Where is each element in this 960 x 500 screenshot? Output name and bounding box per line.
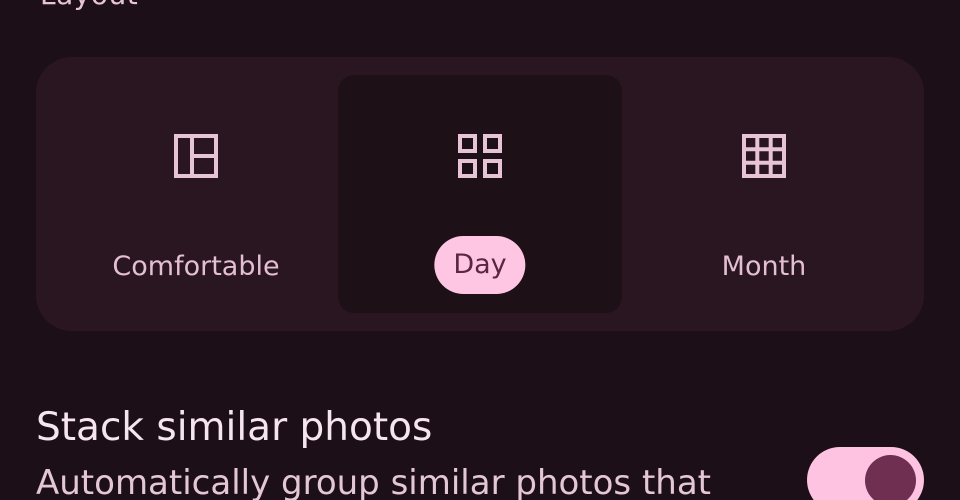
- layout-selector: Comfortable Day Month: [36, 57, 924, 331]
- stack-similar-description: Automatically group similar photos that: [36, 463, 712, 500]
- layout-option-label: Comfortable: [112, 251, 280, 282]
- grid-2x2-icon: [457, 133, 503, 179]
- layout-option-day[interactable]: Day: [338, 75, 622, 313]
- layout-option-month[interactable]: Month: [622, 75, 906, 313]
- layout-option-label-selected: Day: [434, 236, 526, 294]
- grid-3x3-icon: [741, 133, 787, 179]
- settings-screen: Layout Comfortable Day: [0, 0, 960, 500]
- layout-option-comfortable[interactable]: Comfortable: [54, 75, 338, 313]
- stack-similar-title: Stack similar photos: [36, 405, 433, 450]
- view-comfortable-icon: [173, 133, 219, 179]
- section-title-layout: Layout: [40, 0, 138, 11]
- stack-similar-toggle[interactable]: [807, 447, 924, 500]
- toggle-knob: [865, 455, 916, 500]
- layout-option-label: Month: [721, 251, 807, 282]
